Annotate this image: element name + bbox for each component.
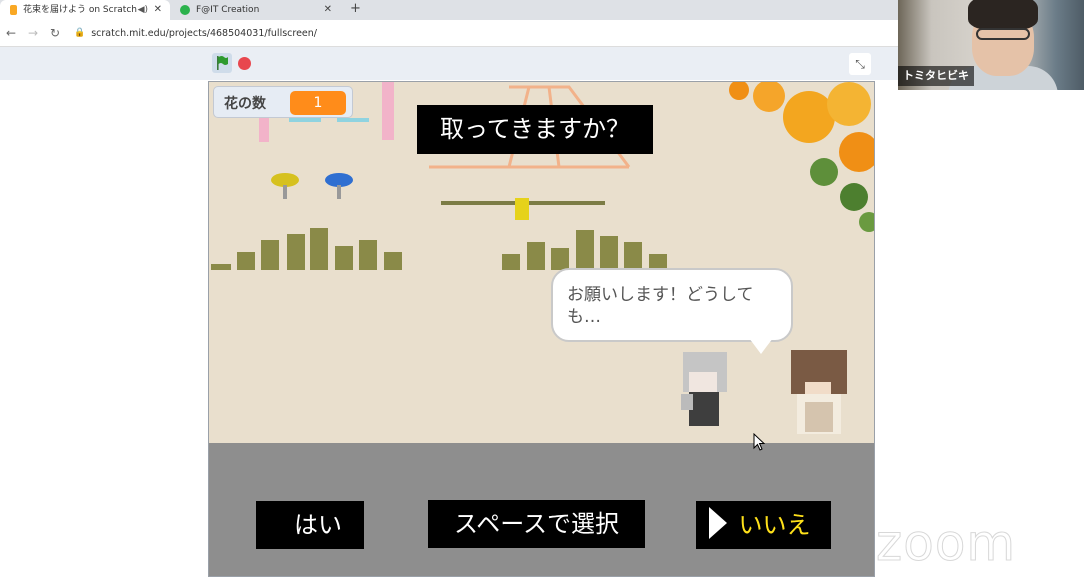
fit-favicon-icon — [180, 5, 190, 15]
back-icon[interactable]: ← — [0, 26, 22, 40]
tab-title: 花束を届けよう on Scratch — [23, 5, 137, 15]
forward-icon[interactable]: → — [22, 26, 44, 40]
address-bar: ← → ↻ 🔒 scratch.mit.edu/projects/4685040… — [0, 20, 900, 46]
close-tab-icon[interactable]: ✕ — [324, 0, 332, 20]
webcam-video: トミタヒビキ — [898, 0, 1084, 90]
select-hint: スペースで選択 — [428, 500, 645, 548]
scratch-stage[interactable]: 花の数 1 取ってきますか？ お願いします！どうしても… はい スペースで選択 … — [208, 81, 875, 577]
speech-bubble: お願いします！どうしても… — [551, 268, 793, 342]
stop-button[interactable] — [238, 57, 251, 70]
option-yes[interactable]: はい — [256, 501, 364, 549]
speech-bubble-tail — [749, 338, 773, 354]
selection-arrow-icon — [709, 507, 727, 539]
brown-hair-character — [791, 350, 847, 434]
participant-name: トミタヒビキ — [898, 66, 974, 86]
lock-icon[interactable]: 🔒 — [74, 28, 85, 38]
webcam-person-hair — [968, 0, 1038, 30]
speaker-icon[interactable]: ◀) — [138, 0, 148, 20]
new-tab-button[interactable]: + — [350, 0, 361, 18]
glasses-icon — [976, 28, 1030, 40]
mouse-cursor-icon — [753, 432, 766, 455]
tab-fit-creation[interactable]: F@IT Creation ✕ — [172, 0, 340, 20]
exit-fullscreen-icon[interactable]: ⤡ — [849, 53, 871, 75]
scratch-favicon-icon — [10, 5, 17, 15]
url-field[interactable]: scratch.mit.edu/projects/468504031/fulls… — [91, 28, 317, 39]
counter-value: 1 — [290, 91, 346, 115]
close-tab-icon[interactable]: ✕ — [154, 0, 162, 20]
reload-icon[interactable]: ↻ — [44, 26, 66, 40]
zoom-watermark: zoom — [875, 514, 1017, 573]
question-text: 取ってきますか？ — [417, 105, 653, 154]
flower-count-monitor: 花の数 1 — [213, 86, 353, 118]
silver-hair-character — [681, 352, 727, 426]
scratch-control-bar — [0, 47, 900, 80]
green-flag-button[interactable] — [212, 53, 232, 73]
counter-label: 花の数 — [224, 96, 266, 112]
browser-tab-bar: 花束を届けよう on Scratch ◀) ✕ F@IT Creation ✕ … — [0, 0, 900, 20]
tab-scratch[interactable]: 花束を届けよう on Scratch ◀) ✕ — [0, 0, 170, 20]
green-flag-icon — [217, 56, 228, 70]
tab-title: F@IT Creation — [196, 5, 260, 15]
